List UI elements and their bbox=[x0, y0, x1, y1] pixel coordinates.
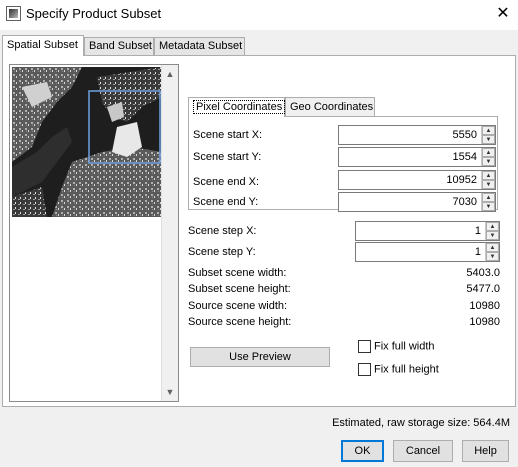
subset-scene-width-value: 5403.0 bbox=[466, 267, 500, 279]
fix-full-height-option[interactable]: Fix full height bbox=[358, 363, 439, 376]
increment-button[interactable]: ▲ bbox=[482, 193, 495, 202]
scroll-up-arrow[interactable]: ▲ bbox=[162, 66, 178, 82]
satellite-image bbox=[12, 67, 162, 217]
scene-end-y-label: Scene end Y: bbox=[193, 196, 259, 208]
spinner-buttons: ▲ ▼ bbox=[481, 193, 495, 211]
scene-step-y-value: 1 bbox=[474, 246, 481, 258]
increment-button[interactable]: ▲ bbox=[482, 148, 495, 157]
source-scene-width-label: Source scene width: bbox=[188, 300, 288, 312]
fix-full-height-checkbox[interactable] bbox=[358, 363, 371, 376]
scene-end-x-spinner[interactable]: 10952 ▲ ▼ bbox=[338, 170, 496, 190]
increment-button[interactable]: ▲ bbox=[486, 243, 499, 252]
decrement-button[interactable]: ▼ bbox=[482, 202, 495, 211]
thumbnail-scrollbar[interactable]: ▲ ▼ bbox=[161, 65, 178, 401]
scene-start-y-value: 1554 bbox=[452, 151, 477, 163]
decrement-button[interactable]: ▼ bbox=[482, 180, 495, 189]
scene-step-x-value: 1 bbox=[474, 225, 481, 237]
thumbnail-image[interactable] bbox=[12, 67, 162, 217]
fix-full-width-checkbox[interactable] bbox=[358, 340, 371, 353]
spinner-buttons: ▲ ▼ bbox=[481, 171, 495, 189]
tab-spatial-subset[interactable]: Spatial Subset bbox=[2, 35, 84, 56]
window-title: Specify Product Subset bbox=[26, 6, 162, 21]
increment-button[interactable]: ▲ bbox=[482, 126, 495, 135]
use-preview-button[interactable]: Use Preview bbox=[190, 347, 330, 367]
storage-size-text: Estimated, raw storage size: 564.4M bbox=[332, 417, 510, 429]
scene-start-y-label: Scene start Y: bbox=[193, 151, 262, 163]
ok-button[interactable]: OK bbox=[341, 440, 384, 462]
source-scene-height-value: 10980 bbox=[469, 316, 500, 328]
scene-end-x-label: Scene end X: bbox=[193, 176, 260, 188]
decrement-button[interactable]: ▼ bbox=[486, 252, 499, 261]
decrement-button[interactable]: ▼ bbox=[486, 231, 499, 240]
scene-end-y-value: 7030 bbox=[452, 196, 477, 208]
app-icon bbox=[6, 6, 21, 21]
spinner-buttons: ▲ ▼ bbox=[481, 126, 495, 144]
scene-step-x-label: Scene step X: bbox=[188, 225, 257, 237]
tab-pixel-coordinates[interactable]: Pixel Coordinates bbox=[188, 97, 286, 117]
source-scene-height-label: Source scene height: bbox=[188, 316, 292, 328]
scene-step-x-spinner[interactable]: 1 ▲ ▼ bbox=[355, 221, 500, 241]
spinner-buttons: ▲ ▼ bbox=[481, 148, 495, 166]
scroll-down-arrow[interactable]: ▼ bbox=[162, 384, 178, 400]
source-scene-width-value: 10980 bbox=[469, 300, 500, 312]
scene-start-x-value: 5550 bbox=[452, 129, 477, 141]
fix-full-width-option[interactable]: Fix full width bbox=[358, 340, 435, 353]
subset-scene-height-label: Subset scene height: bbox=[188, 283, 291, 295]
fix-full-width-label: Fix full width bbox=[374, 340, 435, 353]
tab-pixel-coordinates-label: Pixel Coordinates bbox=[193, 100, 286, 114]
scene-start-x-label: Scene start X: bbox=[193, 129, 263, 141]
fix-full-height-label: Fix full height bbox=[374, 363, 439, 376]
tab-geo-coordinates[interactable]: Geo Coordinates bbox=[285, 97, 375, 117]
increment-button[interactable]: ▲ bbox=[486, 222, 499, 231]
tab-metadata-subset[interactable]: Metadata Subset bbox=[154, 37, 245, 56]
help-button[interactable]: Help bbox=[462, 440, 509, 462]
scene-end-y-spinner[interactable]: 7030 ▲ ▼ bbox=[338, 192, 496, 212]
scene-step-y-spinner[interactable]: 1 ▲ ▼ bbox=[355, 242, 500, 262]
title-bar: Specify Product Subset ✕ bbox=[0, 0, 518, 30]
cancel-button[interactable]: Cancel bbox=[393, 440, 453, 462]
subset-scene-height-value: 5477.0 bbox=[466, 283, 500, 295]
increment-button[interactable]: ▲ bbox=[482, 171, 495, 180]
scene-step-y-label: Scene step Y: bbox=[188, 246, 256, 258]
scene-start-x-spinner[interactable]: 5550 ▲ ▼ bbox=[338, 125, 496, 145]
decrement-button[interactable]: ▼ bbox=[482, 135, 495, 144]
tab-band-subset[interactable]: Band Subset bbox=[84, 37, 154, 56]
subset-scene-width-label: Subset scene width: bbox=[188, 267, 287, 279]
spinner-buttons: ▲ ▼ bbox=[485, 243, 499, 261]
thumbnail-pane: ▲ ▼ bbox=[9, 64, 179, 402]
scene-start-y-spinner[interactable]: 1554 ▲ ▼ bbox=[338, 147, 496, 167]
close-button[interactable]: ✕ bbox=[488, 0, 518, 30]
decrement-button[interactable]: ▼ bbox=[482, 157, 495, 166]
spinner-buttons: ▲ ▼ bbox=[485, 222, 499, 240]
scene-end-x-value: 10952 bbox=[446, 174, 477, 186]
